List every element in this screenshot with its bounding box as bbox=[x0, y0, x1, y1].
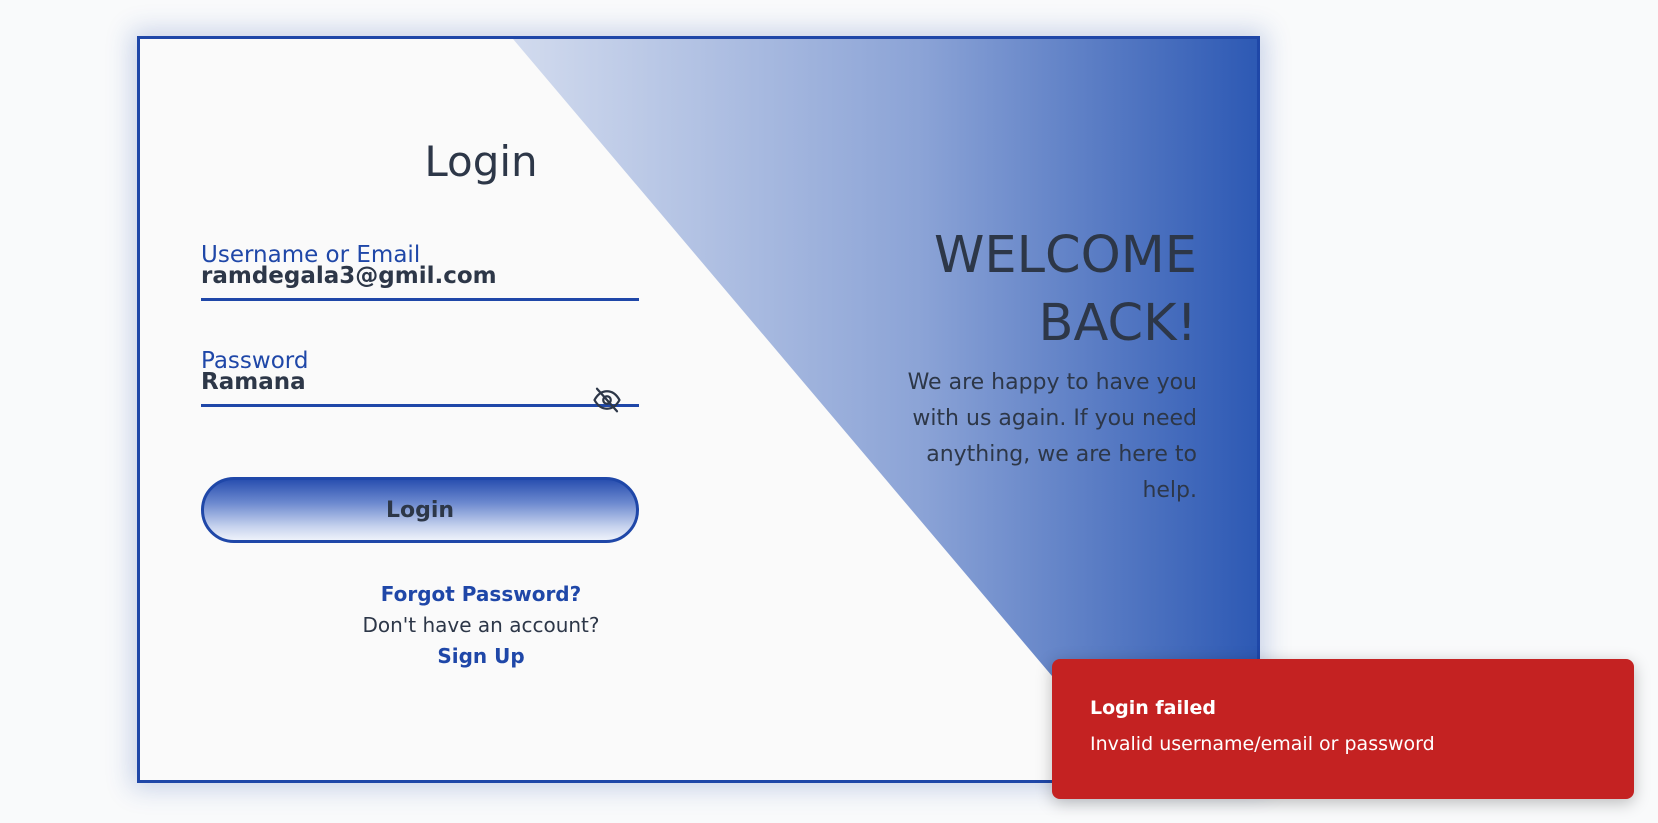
eye-off-icon[interactable] bbox=[592, 385, 622, 415]
username-input[interactable] bbox=[201, 254, 639, 301]
toast-description: Invalid username/email or password bbox=[1090, 733, 1435, 755]
forgot-password-link[interactable]: Forgot Password? bbox=[381, 582, 581, 606]
welcome-message: We are happy to have you with us again. … bbox=[907, 370, 1197, 503]
login-title: Login bbox=[424, 137, 538, 186]
toast-title: Login failed bbox=[1090, 697, 1217, 719]
login-button[interactable]: Login bbox=[201, 477, 639, 543]
welcome-heading: WELCOME BACK! bbox=[933, 226, 1197, 353]
no-account-text: Don't have an account? bbox=[362, 613, 600, 637]
account-links: Forgot Password? Don't have an account? … bbox=[140, 579, 822, 672]
signup-link[interactable]: Sign Up bbox=[437, 644, 524, 668]
error-toast[interactable]: Login failed Invalid username/email or p… bbox=[1052, 659, 1634, 799]
password-input[interactable] bbox=[201, 360, 639, 407]
